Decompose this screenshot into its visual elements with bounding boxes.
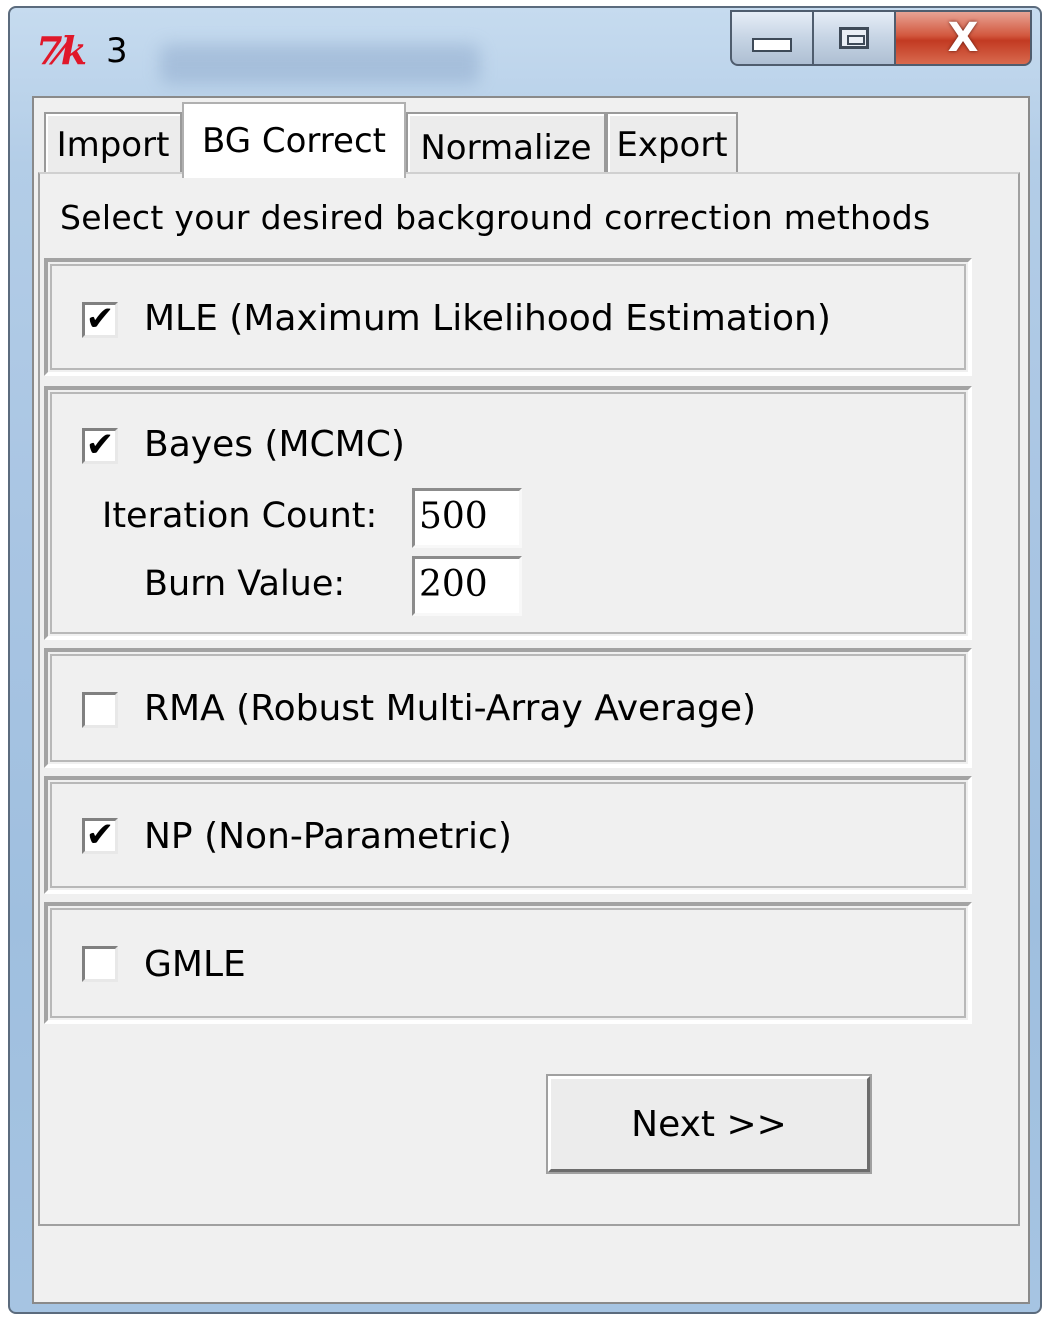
- tab-import[interactable]: Import: [44, 112, 182, 176]
- title-blur: [160, 44, 480, 84]
- title-bar[interactable]: 7⁄k 3 X: [10, 8, 1040, 98]
- mle-checkbox[interactable]: ✔: [82, 302, 118, 338]
- gmle-option-box: GMLE: [44, 902, 972, 1024]
- maximize-button[interactable]: [812, 10, 894, 66]
- status-bar: [36, 1238, 1026, 1298]
- close-button[interactable]: X: [894, 10, 1032, 66]
- window-client-area: Import BG Correct Normalize Export Selec…: [32, 96, 1030, 1304]
- gmle-label: GMLE: [144, 944, 246, 985]
- tab-bar: Import BG Correct Normalize Export: [42, 102, 1022, 178]
- iteration-count-label: Iteration Count:: [102, 496, 378, 536]
- burn-value-input[interactable]: 200: [412, 556, 522, 616]
- rma-option-box: RMA (Robust Multi-Array Average): [44, 648, 972, 768]
- tab-label: BG Correct: [202, 121, 386, 161]
- np-label: NP (Non-Parametric): [144, 816, 512, 857]
- check-mark-icon: ✔: [85, 299, 115, 339]
- np-option-box: ✔ NP (Non-Parametric): [44, 776, 972, 894]
- bayes-label: Bayes (MCMC): [144, 424, 405, 465]
- tab-label: Export: [616, 125, 728, 165]
- np-checkbox[interactable]: ✔: [82, 818, 118, 854]
- iteration-count-input[interactable]: 500: [412, 488, 522, 548]
- tab-bg-correct[interactable]: BG Correct: [182, 102, 406, 178]
- bayes-checkbox[interactable]: ✔: [82, 428, 118, 464]
- burn-value-label: Burn Value:: [144, 564, 346, 604]
- instruction-text: Select your desired background correctio…: [60, 198, 931, 237]
- application-window: 7⁄k 3 X Import BG Correct Normalize Expo…: [8, 6, 1042, 1314]
- maximize-icon: [839, 27, 869, 49]
- minimize-button[interactable]: [730, 10, 812, 66]
- tab-normalize[interactable]: Normalize: [406, 112, 606, 176]
- mle-option-box: ✔ MLE (Maximum Likelihood Estimation): [44, 258, 972, 376]
- minimize-icon: [752, 38, 792, 52]
- tab-export[interactable]: Export: [606, 112, 738, 176]
- next-button-label: Next >>: [631, 1103, 787, 1145]
- next-button[interactable]: Next >>: [546, 1074, 872, 1174]
- check-mark-icon: ✔: [85, 425, 115, 465]
- bg-correct-panel: Select your desired background correctio…: [38, 172, 1020, 1226]
- tab-label: Normalize: [420, 128, 592, 168]
- window-controls: X: [730, 10, 1032, 68]
- gmle-checkbox[interactable]: [82, 946, 118, 982]
- window-title: 3: [106, 31, 128, 71]
- check-mark-icon: ✔: [85, 815, 115, 855]
- tk-feather-icon: 7⁄k: [36, 28, 87, 73]
- tab-label: Import: [56, 125, 170, 165]
- bayes-option-box: ✔ Bayes (MCMC) Iteration Count: 500 Burn…: [44, 386, 972, 640]
- close-icon: X: [947, 15, 979, 61]
- mle-label: MLE (Maximum Likelihood Estimation): [144, 298, 831, 339]
- rma-checkbox[interactable]: [82, 692, 118, 728]
- rma-label: RMA (Robust Multi-Array Average): [144, 688, 757, 729]
